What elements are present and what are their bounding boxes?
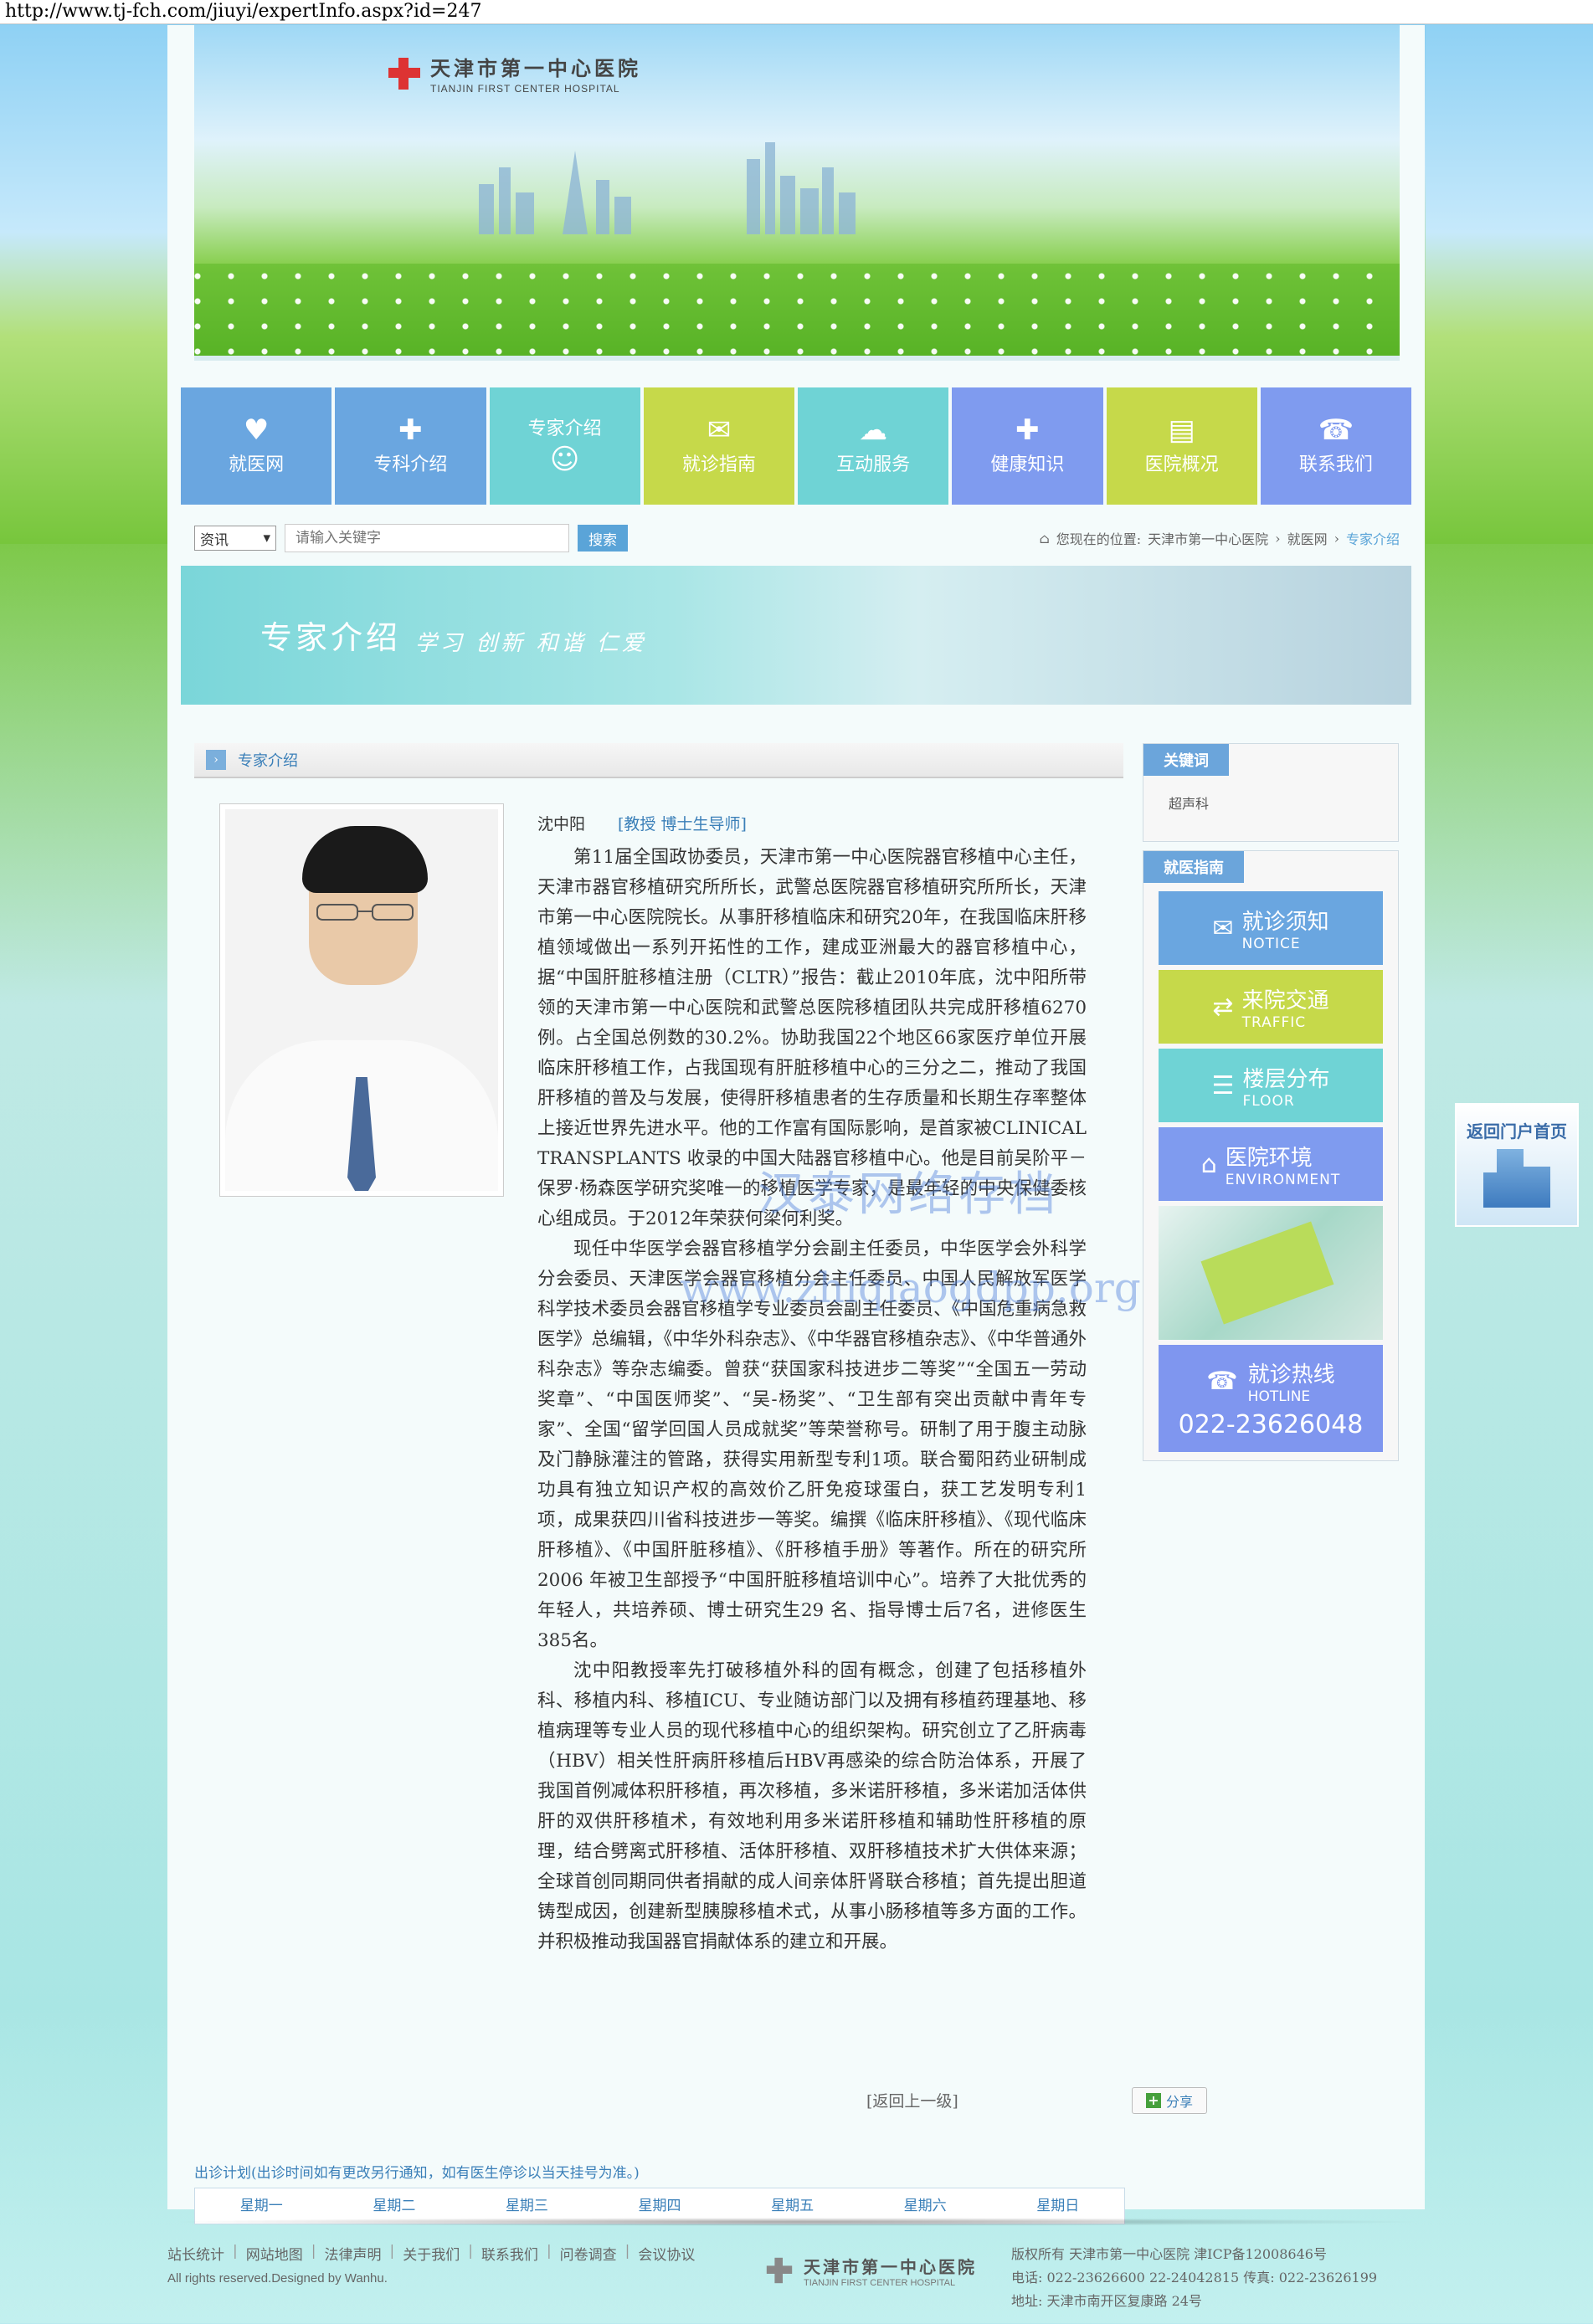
share-button[interactable]: + 分享: [1132, 2087, 1207, 2114]
archive-watermark: 汉泰网络存档: [758, 1167, 1059, 1222]
breadcrumb-separator: ›: [1333, 530, 1339, 546]
guide-floor-button[interactable]: ☰ 楼层分布 FLOOR: [1159, 1049, 1383, 1122]
phone-icon: ☎: [1318, 413, 1354, 447]
sidebar: 关键词 超声科 就医指南 ✉ 就诊须知 NOTICE ⇄ 来院交通 TRAFFIC …: [1143, 743, 1399, 1461]
building-icon: [1483, 1149, 1550, 1208]
footer-link[interactable]: 会议协议: [638, 2243, 695, 2264]
nav-item-overview[interactable]: ▤ 医院概况: [1106, 387, 1257, 505]
hospital-name-cn: 天津市第一中心医院: [430, 56, 641, 80]
nav-item-home[interactable]: ♥ 就医网: [181, 387, 332, 505]
doctor-clipboard-photo: [1159, 1206, 1383, 1340]
arrow-right-icon: ›: [206, 750, 226, 770]
keywords-box: 关键词 超声科: [1143, 743, 1399, 842]
return-portal-button[interactable]: 返回门户首页: [1455, 1103, 1579, 1227]
hospital-name-en: TIANJIN FIRST CENTER HOSPITAL: [430, 83, 620, 95]
heart-plus-icon: ♥: [243, 413, 270, 447]
doctor-icon: ☺: [549, 443, 580, 476]
keyword-link[interactable]: 超声科: [1169, 796, 1209, 812]
footer-link[interactable]: 问卷调查: [560, 2243, 617, 2264]
expert-biography: 第11届全国政协委员，天津市第一中心医院器官移植中心主任，天津市器官移植研究所所…: [537, 843, 1087, 1957]
search-bar: 资讯▾ 搜索 ⌂ 您现在的位置: 天津市第一中心医院 › 就医网 › 专家介绍: [194, 519, 1400, 557]
breadcrumb: ⌂ 您现在的位置: 天津市第一中心医院 › 就医网 › 专家介绍: [1040, 528, 1400, 548]
background-scenery-left: [0, 25, 167, 544]
search-category-select[interactable]: 资讯 ▾: [194, 526, 276, 551]
document-icon: ▤: [1168, 413, 1195, 447]
chevron-down-icon: ▾: [263, 530, 270, 546]
footer-link[interactable]: 站长统计: [167, 2243, 224, 2264]
cloud-icon: ☁: [859, 413, 888, 447]
search-button[interactable]: 搜索: [578, 525, 628, 552]
footer: 站长统计 | 网站地图 | 法律声明 | 关于我们 | 联系我们 | 问卷调查 | 会议协议…: [167, 2218, 1425, 2324]
home-icon: ⌂: [1039, 530, 1050, 546]
plus-icon: +: [1145, 2093, 1161, 2108]
flower-meadow-decoration: [194, 264, 1400, 356]
bio-paragraph: 沈中阳教授率先打破移植外科的固有概念，创建了包括移植外科、移植内科、移植ICU、…: [537, 1660, 1087, 1952]
footer-link[interactable]: 网站地图: [246, 2243, 303, 2264]
expert-name: 沈中阳: [537, 815, 586, 834]
hotline-number: 022-23626048: [1178, 1410, 1364, 1439]
footer-link[interactable]: 法律声明: [324, 2243, 381, 2264]
keywords-tab: 关键词: [1143, 744, 1229, 776]
guide-notice-button[interactable]: ✉ 就诊须知 NOTICE: [1159, 891, 1383, 965]
footer-links: 站长统计 | 网站地图 | 法律声明 | 关于我们 | 联系我们 | 问卷调查 | 会议协议: [167, 2243, 696, 2264]
phone-icon: ☎: [1206, 1367, 1238, 1396]
section-banner: 专家介绍 学习 创新 和谐 仁爱: [181, 566, 1411, 705]
nav-item-contact[interactable]: ☎ 联系我们: [1260, 387, 1411, 505]
nav-item-health[interactable]: ✚ 健康知识: [952, 387, 1103, 505]
main-nav: ♥ 就医网 ✚ 专科介绍 专家介绍 ☺ ✉ 就诊指南 ☁ 互动服务 ✚ 健康知识 ▤ 医院概况…: [181, 387, 1411, 505]
header-banner: 天津市第一中心医院 TIANJIN FIRST CENTER HOSPITAL: [194, 25, 1400, 361]
breadcrumb-item-current[interactable]: 专家介绍: [1346, 528, 1400, 548]
section-banner-title: 专家介绍: [260, 619, 402, 656]
hospital-logo[interactable]: 天津市第一中心医院 TIANJIN FIRST CENTER HOSPITAL: [387, 52, 641, 95]
return-link[interactable]: [返回上一级]: [866, 2089, 958, 2111]
shield-plus-icon: ✚: [398, 413, 423, 447]
nav-item-interactive[interactable]: ☁ 互动服务: [798, 387, 949, 505]
footer-rights: All rights reserved.Designed by Wanhu.: [167, 2271, 388, 2286]
breadcrumb-item-portal[interactable]: 就医网: [1287, 528, 1328, 548]
shuffle-icon: ⇄: [1212, 992, 1234, 1022]
footer-info: 版权所有 天津市第一中心医院 津ICP备12008646号 电话: 022-23…: [1011, 2246, 1378, 2309]
house-icon: ⌂: [1200, 1149, 1217, 1179]
city-skyline-illustration: [479, 142, 856, 234]
section-banner-slogan: 学习 创新 和谐 仁爱: [415, 631, 647, 656]
cross-logo-icon: [765, 2256, 794, 2285]
search-input[interactable]: [285, 524, 569, 552]
medkit-icon: ✚: [1015, 413, 1040, 447]
footer-logo: 天津市第一中心医院 TIANJIN FIRST CENTER HOSPITAL: [762, 2253, 977, 2288]
schedule-note: 出诊计划(出诊时间如有更改另行通知，如有医生停诊以当天挂号为准。): [194, 2165, 640, 2182]
breadcrumb-separator: ›: [1275, 530, 1281, 546]
nav-item-guide[interactable]: ✉ 就诊指南: [643, 387, 794, 505]
breadcrumb-item-hospital[interactable]: 天津市第一中心医院: [1148, 528, 1268, 548]
page-container: 天津市第一中心医院 TIANJIN FIRST CENTER HOSPITAL …: [167, 25, 1425, 2224]
content-header: › 专家介绍: [194, 743, 1123, 778]
chat-icon: ✉: [1212, 913, 1234, 943]
layers-icon: ☰: [1211, 1070, 1235, 1100]
cross-logo-icon: [387, 56, 422, 91]
nav-item-experts[interactable]: 专家介绍 ☺: [489, 387, 640, 505]
chat-icon: ✉: [707, 413, 732, 447]
guide-environment-button[interactable]: ⌂ 医院环境 ENVIRONMENT: [1159, 1127, 1383, 1201]
footer-link[interactable]: 联系我们: [481, 2243, 538, 2264]
hotline-box[interactable]: ☎ 就诊热线 HOTLINE 022-23626048: [1159, 1345, 1383, 1452]
guide-tab: 就医指南: [1143, 851, 1244, 883]
expert-title: [教授 博士生导师]: [618, 815, 747, 834]
nav-item-departments[interactable]: ✚ 专科介绍: [335, 387, 486, 505]
guide-traffic-button[interactable]: ⇄ 来院交通 TRAFFIC: [1159, 970, 1383, 1044]
footer-link[interactable]: 关于我们: [403, 2243, 460, 2264]
address-bar[interactable]: http://www.tj-fch.com/jiuyi/expertInfo.a…: [0, 0, 1593, 24]
background-scenery-right: [1426, 25, 1593, 544]
archive-watermark-url: www.zhiqiaogdpp.org: [680, 1264, 1141, 1312]
expert-photo: [219, 803, 504, 1197]
guide-box: 就医指南 ✉ 就诊须知 NOTICE ⇄ 来院交通 TRAFFIC ☰ 楼层分布 FL…: [1143, 850, 1399, 1461]
content-header-title: 专家介绍: [238, 752, 298, 770]
